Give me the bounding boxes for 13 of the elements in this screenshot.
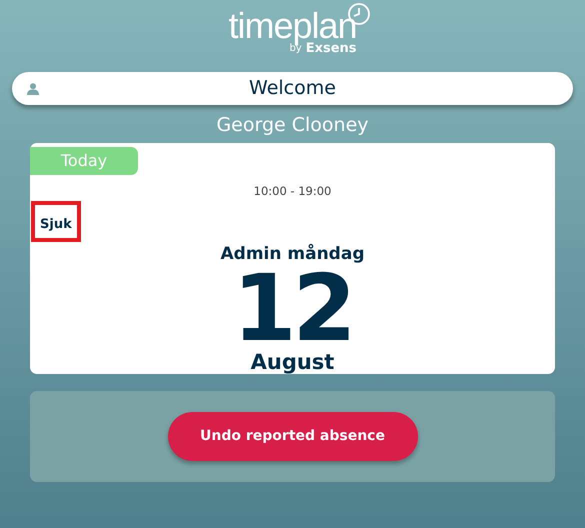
welcome-text: Welcome [249,76,336,102]
day-number: 12 [232,268,353,350]
logo-byline: by [289,44,302,54]
shift-time: 10:00 - 19:00 [252,183,332,200]
absence-label: Sjuk [31,200,81,242]
logo-wordmark: timeplan [228,8,357,44]
shift-title: Admin måndag [220,242,364,266]
user-icon [27,83,39,95]
today-badge: Today [30,146,138,176]
month-label: August [250,350,334,374]
logo-brand: Exsens [306,44,357,54]
undo-absence-button[interactable]: Undo reported absence [168,412,418,460]
user-name: George Clooney [215,113,370,138]
